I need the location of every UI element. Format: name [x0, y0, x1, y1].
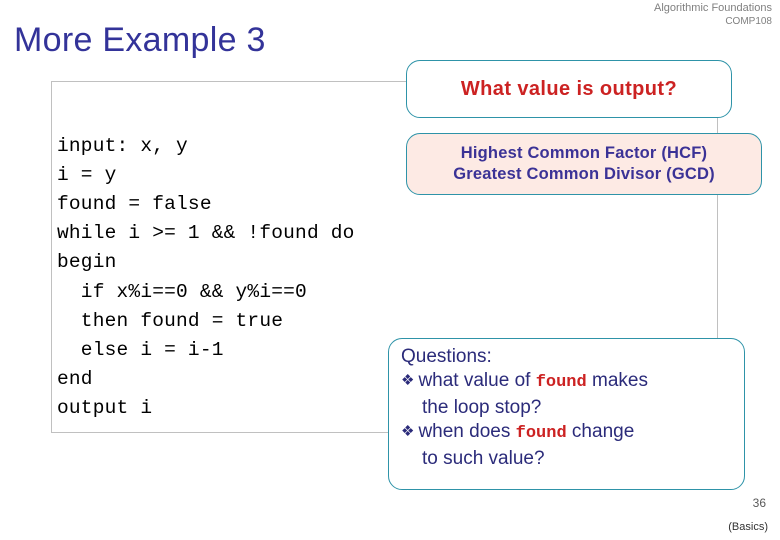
diamond-bullet-icon: ❖ [401, 372, 415, 389]
callout-hcf-gcd: Highest Common Factor (HCF) Greatest Com… [406, 133, 762, 195]
question-item-text: what value of found makes [418, 369, 648, 396]
page-title: More Example 3 [14, 21, 266, 59]
callout-hcf-line1: Highest Common Factor (HCF) [460, 144, 708, 162]
diamond-bullet-icon: ❖ [401, 423, 415, 440]
callout-hcf-line2: Greatest Common Divisor (GCD) [453, 165, 715, 183]
question-prefix: when does [418, 421, 516, 442]
callout-output-question-text: What value is output? [460, 77, 678, 100]
footer-note: (Basics) [728, 521, 768, 533]
questions-heading: Questions: [401, 346, 492, 367]
question-code-token: found [535, 373, 587, 392]
question-item-text: when does found change [418, 420, 634, 447]
question-code-token: found [515, 424, 567, 443]
page-number: 36 [752, 496, 766, 510]
question-prefix: what value of [418, 370, 536, 391]
pseudocode-listing: input: x, y i = y found = false while i … [57, 134, 355, 420]
callout-questions: Questions: ❖ what value of found makes t… [388, 338, 745, 490]
question-suffix: change [566, 421, 635, 442]
slide-header: Algorithmic Foundations COMP108 [472, 2, 772, 28]
callout-output-question: What value is output? [406, 60, 732, 118]
question-item: ❖ when does found change [401, 420, 734, 447]
question-suffix: makes [586, 370, 648, 391]
course-name: Algorithmic Foundations [653, 2, 772, 14]
question-item-continuation: to such value? [422, 447, 545, 469]
question-item-continuation: the loop stop? [422, 396, 542, 418]
question-item: ❖ what value of found makes [401, 369, 734, 396]
course-code: COMP108 [725, 16, 772, 27]
